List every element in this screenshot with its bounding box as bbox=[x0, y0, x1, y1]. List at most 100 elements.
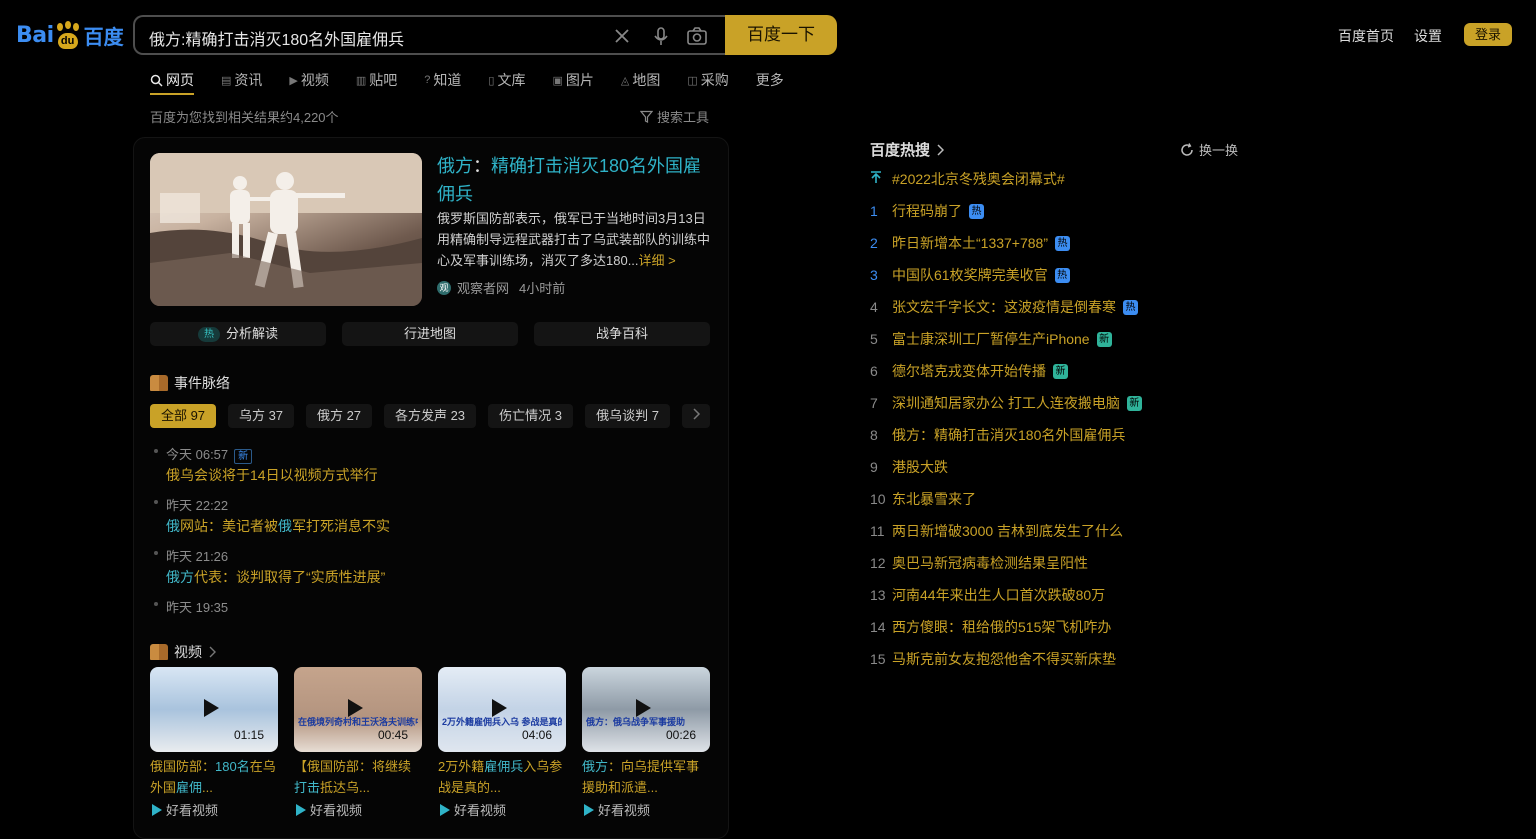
video-source[interactable]: 好看视频 bbox=[296, 800, 362, 819]
tieba-icon: ▥ bbox=[355, 74, 367, 87]
result-time: 4小时前 bbox=[519, 281, 566, 296]
settings-link[interactable]: 设置 bbox=[1414, 26, 1442, 46]
hot-rank: 12 bbox=[870, 555, 886, 571]
hot-item[interactable]: 4 张文宏千字长文：这波疫情是倒春寒热 bbox=[870, 296, 1138, 318]
video-title-text: 俄国防部： bbox=[150, 759, 216, 774]
video-source[interactable]: 好看视频 bbox=[584, 800, 650, 819]
video-title[interactable]: 俄方：向乌提供军事援助和派遣... bbox=[582, 756, 712, 798]
login-button[interactable]: 登录 bbox=[1464, 23, 1512, 46]
video-title[interactable]: 俄国防部：180名在乌外国雇佣... bbox=[150, 756, 280, 798]
tab-news[interactable]: ▤ 资讯 bbox=[221, 68, 262, 92]
pill-label: 战争百科 bbox=[595, 326, 648, 341]
event-text-hl: 俄 bbox=[166, 518, 180, 534]
soldiers-image bbox=[150, 153, 422, 306]
pill-encyclopedia[interactable]: 战争百科 bbox=[534, 322, 710, 346]
tab-tieba[interactable]: ▥ 贴吧 bbox=[356, 68, 397, 92]
hot-item[interactable]: 15 马斯克前女友抱怨他舍不得买新床垫 bbox=[870, 648, 1116, 670]
result-thumbnail[interactable] bbox=[150, 153, 422, 306]
hot-item-pinned[interactable]: #2022北京冬残奥会闭幕式# bbox=[870, 168, 1065, 190]
hot-rank: 13 bbox=[870, 587, 886, 603]
hot-item[interactable]: 12 奥巴马新冠病毒检测结果呈阳性 bbox=[870, 552, 1088, 574]
pill-label: 行进地图 bbox=[403, 326, 456, 341]
hot-rank: 5 bbox=[870, 331, 878, 347]
new-badge: 新 bbox=[234, 449, 253, 464]
clear-icon[interactable] bbox=[611, 25, 633, 47]
source-name[interactable]: 观察者网 bbox=[457, 278, 509, 297]
chip-scroll-right[interactable] bbox=[682, 404, 710, 428]
event-link[interactable]: 俄方代表：谈判取得了“实质性进展” bbox=[166, 567, 385, 587]
video-source[interactable]: 好看视频 bbox=[440, 800, 506, 819]
baidu-logo[interactable]: Bai du 百度 bbox=[16, 18, 124, 52]
tab-video[interactable]: ▶ 视频 bbox=[289, 68, 328, 92]
video-title[interactable]: 【俄国防部：将继续打击抵达乌... bbox=[294, 756, 424, 798]
refresh-label: 换一换 bbox=[1199, 143, 1239, 158]
hot-item[interactable]: 13 河南44年来出生人口首次跌破80万 bbox=[870, 584, 1105, 606]
title-colon: ： bbox=[473, 156, 491, 176]
pill-analysis[interactable]: 热分析解读 bbox=[150, 322, 326, 346]
chip-statements[interactable]: 各方发声 23 bbox=[384, 404, 476, 428]
hot-item[interactable]: 10 东北暴雪来了 bbox=[870, 488, 976, 510]
hot-item[interactable]: 3 中国队61枚奖牌完美收官热 bbox=[870, 264, 1070, 286]
tab-more[interactable]: 更多 bbox=[756, 68, 784, 92]
search-input[interactable]: 俄方:精确打击消灭180名外国雇佣兵 bbox=[133, 15, 725, 55]
video-title[interactable]: 2万外籍雇佣兵入乌参战是真的... bbox=[438, 756, 568, 798]
refresh-icon bbox=[1181, 142, 1193, 156]
play-icon bbox=[348, 699, 363, 717]
timeline-icon bbox=[150, 375, 168, 391]
videos-heading[interactable]: 视频 bbox=[150, 642, 216, 662]
title-prefix: 俄方 bbox=[437, 156, 473, 176]
microphone-icon[interactable] bbox=[650, 25, 672, 47]
hot-item-text: 张文宏千字长文：这波疫情是倒春寒 bbox=[892, 299, 1116, 315]
chip-negotiation[interactable]: 俄乌谈判 7 bbox=[585, 404, 670, 428]
haokan-icon bbox=[440, 803, 450, 816]
map-icon: ◬ bbox=[620, 74, 630, 87]
tab-wenku[interactable]: ▯ 文库 bbox=[488, 68, 525, 92]
event-time: 昨天 19:35 bbox=[166, 600, 229, 615]
video-thumbnail[interactable]: 在俄境列奇村和王沃洛夫训练中心00:45 bbox=[294, 667, 422, 752]
hot-item[interactable]: 9 港股大跌 bbox=[870, 456, 948, 478]
pill-label: 分析解读 bbox=[225, 326, 278, 341]
events-title: 事件脉络 bbox=[174, 375, 230, 391]
search-tools-button[interactable]: 搜索工具 bbox=[640, 107, 709, 126]
home-link[interactable]: 百度首页 bbox=[1338, 26, 1394, 46]
tab-image[interactable]: ▣ 图片 bbox=[552, 68, 593, 92]
hot-item[interactable]: 11 两日新增破3000 吉林到底发生了什么 bbox=[870, 520, 1123, 542]
video-thumbnail[interactable]: 2万外籍雇佣兵入乌 参战是真的 04:06 bbox=[438, 667, 566, 752]
search-button[interactable]: 百度一下 bbox=[725, 15, 837, 55]
chip-ukraine[interactable]: 乌方 37 bbox=[228, 404, 294, 428]
hot-item[interactable]: 2 昨日新增本土“1337+788” 热 bbox=[870, 232, 1071, 254]
search-tabs: 网页 ▤ 资讯 ▶ 视频 ▥ 贴吧 ? 知道 ▯ 文库 ▣ 图片 ◬ 地图 ◫ 采购 更多 bbox=[150, 68, 811, 95]
chip-casualties[interactable]: 伤亡情况 3 bbox=[488, 404, 573, 428]
hot-item[interactable]: 5 富士康深圳工厂暂停生产iPhone 新 bbox=[870, 328, 1112, 350]
hot-rank: 8 bbox=[870, 427, 878, 443]
event-link[interactable]: 俄网站：美记者被俄军打死消息不实 bbox=[166, 516, 390, 536]
video-source[interactable]: 好看视频 bbox=[152, 800, 218, 819]
chip-all[interactable]: 全部 97 bbox=[150, 404, 216, 428]
logo-bai-text: Bai bbox=[16, 22, 54, 48]
tab-web[interactable]: 网页 bbox=[150, 68, 194, 95]
hot-item[interactable]: 8 俄方：精确打击消灭180名外国雇佣兵 bbox=[870, 424, 1125, 446]
tab-zhidao[interactable]: ? 知道 bbox=[424, 68, 461, 92]
more-link[interactable]: 详细 > bbox=[639, 253, 676, 268]
tab-map[interactable]: ◬ 地图 bbox=[621, 68, 660, 92]
hot-rank: 9 bbox=[870, 459, 878, 475]
hot-item[interactable]: 1 行程码崩了热 bbox=[870, 200, 984, 222]
camera-icon[interactable] bbox=[686, 25, 708, 47]
event-link[interactable]: 俄乌会谈将于14日以视频方式举行 bbox=[166, 465, 378, 485]
chip-russia[interactable]: 俄方 27 bbox=[306, 404, 372, 428]
hot-item[interactable]: 7 深圳通知居家办公 打工人连夜搬电脑新 bbox=[870, 392, 1142, 414]
refresh-button[interactable]: 换一换 bbox=[1180, 140, 1238, 159]
video-thumbnail[interactable]: 01:15 bbox=[150, 667, 278, 752]
hot-rank: 2 bbox=[870, 235, 878, 251]
tab-purchase[interactable]: ◫ 采购 bbox=[687, 68, 728, 92]
search-query: 俄方:精确打击消灭180名外国雇佣兵 bbox=[149, 32, 405, 49]
hot-item[interactable]: 6 德尔塔克戎变体开始传播新 bbox=[870, 360, 1068, 382]
result-source: 观 观察者网 4小时前 bbox=[437, 278, 565, 297]
result-title[interactable]: 俄方：精确打击消灭180名外国雇佣兵 bbox=[437, 152, 717, 208]
video-thumbnail[interactable]: 俄方：俄乌战争军事援助 00:26 bbox=[582, 667, 710, 752]
tab-label: 更多 bbox=[755, 72, 784, 88]
hot-item[interactable]: 14 西方傻眼：租给俄的515架飞机咋办 bbox=[870, 616, 1111, 638]
pill-map[interactable]: 行进地图 bbox=[342, 322, 518, 346]
hot-search-title[interactable]: 百度热搜 bbox=[870, 139, 945, 160]
tab-label: 图片 bbox=[565, 72, 594, 88]
